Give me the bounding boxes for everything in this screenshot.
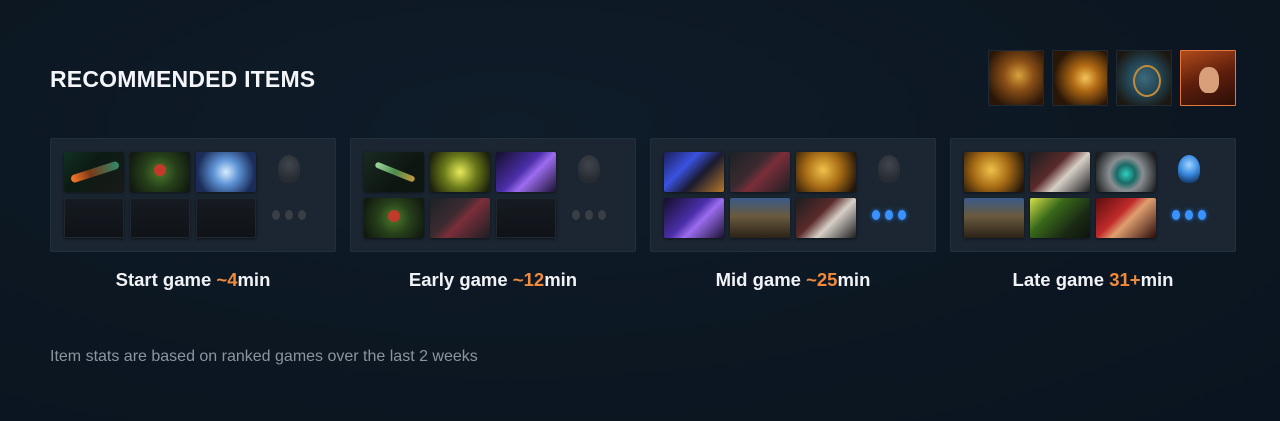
item-slot-icon[interactable]: [664, 152, 724, 192]
phase-time: ~4: [216, 269, 238, 290]
phase-label-early: Early game ~12min: [350, 269, 636, 291]
phase-label-mid: Mid game ~25min: [650, 269, 936, 291]
empty-slot: [196, 198, 256, 238]
phase-unit: min: [837, 269, 871, 290]
phase-label-late: Late game 31+min: [950, 269, 1236, 291]
phase-label-text: Mid game: [715, 269, 807, 290]
phase-label-text: Start game: [115, 269, 217, 290]
hero-selector: [988, 50, 1236, 106]
empty-slot: [496, 198, 556, 238]
phase-label-text: Late game: [1012, 269, 1110, 290]
item-slot-icon[interactable]: [964, 152, 1024, 192]
phase-panel-mid: [650, 138, 936, 252]
item-slot-icon[interactable]: [430, 152, 490, 192]
phase-unit: min: [237, 269, 271, 290]
phase-time: ~25: [806, 269, 838, 290]
item-slot-icon[interactable]: [1030, 152, 1090, 192]
item-slot-icon[interactable]: [496, 152, 556, 192]
phase-label-start: Start game ~4min: [50, 269, 336, 291]
neutral-drops-icon: [571, 198, 607, 232]
page-title: RECOMMENDED ITEMS: [50, 66, 316, 92]
neutral-drops-icon: [1171, 198, 1207, 232]
phase-panel-early: [350, 138, 636, 252]
neutral-token-icon: [871, 152, 907, 186]
item-slot-icon[interactable]: [796, 198, 856, 238]
neutral-drops-icon: [271, 198, 307, 232]
item-slot-icon[interactable]: [730, 198, 790, 238]
item-phases: [50, 138, 1236, 252]
hero-2-icon[interactable]: [1052, 50, 1108, 106]
item-slot-icon[interactable]: [364, 152, 424, 192]
item-slot-icon[interactable]: [430, 198, 490, 238]
footnote: Item stats are based on ranked games ove…: [50, 348, 478, 365]
hero-3-icon[interactable]: [1116, 50, 1172, 106]
neutral-token-icon: [571, 152, 607, 186]
item-slot-icon[interactable]: [964, 198, 1024, 238]
phase-time: ~12: [512, 269, 545, 290]
phase-unit: min: [544, 269, 578, 290]
empty-slot: [64, 198, 124, 238]
neutral-token-icon: [271, 152, 307, 186]
item-slot-icon[interactable]: [1030, 198, 1090, 238]
phase-time: 31+: [1109, 269, 1141, 290]
hero-4-icon[interactable]: [1180, 50, 1236, 106]
item-slot-icon[interactable]: [730, 152, 790, 192]
neutral-drops-icon: [871, 198, 907, 232]
phase-label-text: Early game: [408, 269, 513, 290]
phase-panel-start: [50, 138, 336, 252]
item-slot-icon[interactable]: [64, 152, 124, 192]
item-slot-icon[interactable]: [1096, 198, 1156, 238]
empty-slot: [130, 198, 190, 238]
item-slot-icon[interactable]: [196, 152, 256, 192]
item-slot-icon[interactable]: [130, 152, 190, 192]
item-slot-icon[interactable]: [364, 198, 424, 238]
neutral-token-icon: [1171, 152, 1207, 186]
phase-unit: min: [1140, 269, 1174, 290]
item-slot-icon[interactable]: [796, 152, 856, 192]
hero-1-icon[interactable]: [988, 50, 1044, 106]
phase-panel-late: [950, 138, 1236, 252]
item-slot-icon[interactable]: [1096, 152, 1156, 192]
item-slot-icon[interactable]: [664, 198, 724, 238]
